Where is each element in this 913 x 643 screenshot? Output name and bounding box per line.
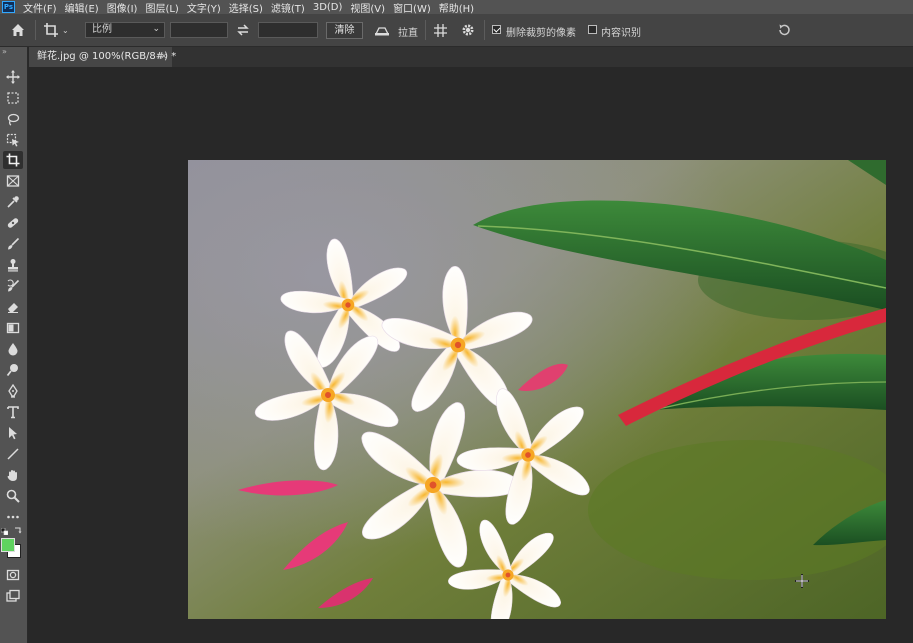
zoom-icon[interactable] (3, 487, 23, 505)
ratio-select[interactable]: 比例 ⌄ (85, 22, 165, 38)
menu-bar: Ps 文件(F) 编辑(E) 图像(I) 图层(L) 文字(Y) 选择(S) 滤… (0, 0, 913, 15)
crop-tool-preset-icon[interactable]: ⌄ (43, 14, 69, 46)
type-icon[interactable] (3, 403, 23, 421)
menu-filter[interactable]: 滤镜(T) (267, 0, 309, 15)
home-icon[interactable] (10, 14, 26, 46)
delete-cropped-checkbox[interactable] (492, 25, 501, 34)
separator (35, 20, 36, 40)
grid-overlay-icon[interactable] (433, 14, 448, 46)
brush-icon[interactable] (3, 235, 23, 253)
tab-document[interactable]: 鲜花.jpg @ 100%(RGB/8#) * × (29, 47, 176, 67)
chevron-down-icon: ⌄ (62, 25, 69, 35)
path-select-icon[interactable] (3, 424, 23, 442)
menu-window[interactable]: 窗口(W) (389, 0, 435, 15)
chevron-down-icon: ⌄ (152, 24, 160, 34)
menu-edit[interactable]: 编辑(E) (61, 0, 103, 15)
foreground-color-swatch[interactable] (1, 538, 15, 552)
object-select-icon[interactable] (3, 131, 23, 149)
move-icon[interactable] (3, 68, 23, 86)
tab-document-title: 鲜花.jpg @ 100%(RGB/8#) * (37, 51, 177, 62)
gear-icon[interactable] (461, 14, 475, 46)
line-icon[interactable] (3, 445, 23, 463)
menu-help[interactable]: 帮助(H) (435, 0, 478, 15)
crop-icon[interactable] (3, 151, 23, 169)
reset-icon[interactable] (777, 14, 791, 46)
delete-cropped-label[interactable]: 删除裁剪的像素 (506, 24, 576, 39)
marquee-icon[interactable] (3, 89, 23, 107)
document-tab-bar: 鲜花.jpg @ 100%(RGB/8#) * × (29, 47, 913, 67)
menu-image[interactable]: 图像(I) (103, 0, 142, 15)
options-bar: ⌄ 比例 ⌄ 清除 拉直 删除裁剪的像素 内容识别 (0, 14, 913, 47)
content-aware-checkbox[interactable] (588, 25, 597, 34)
screen-mode-icon[interactable] (3, 587, 23, 605)
pen-icon[interactable] (3, 382, 23, 400)
lasso-icon[interactable] (3, 110, 23, 128)
crosshair-cursor-icon (795, 574, 809, 588)
menu-type[interactable]: 文字(Y) (183, 0, 225, 15)
history-brush-icon[interactable] (3, 277, 23, 295)
gradient-icon[interactable] (3, 319, 23, 337)
hand-icon[interactable] (3, 466, 23, 484)
healing-icon[interactable] (3, 214, 23, 232)
photoshop-logo-icon[interactable]: Ps (2, 1, 15, 13)
eyedropper-icon[interactable] (3, 193, 23, 211)
canvas-image[interactable] (188, 160, 886, 619)
straighten-icon[interactable] (374, 14, 390, 46)
width-input[interactable] (170, 22, 228, 38)
toolbox: » (0, 47, 28, 643)
height-input[interactable] (258, 22, 318, 38)
flower-photo (188, 160, 886, 619)
dodge-icon[interactable] (3, 361, 23, 379)
menu-3d[interactable]: 3D(D) (309, 2, 347, 13)
menu-view[interactable]: 视图(V) (346, 0, 389, 15)
default-colors-icon[interactable] (0, 525, 9, 536)
separator (425, 20, 426, 40)
menu-file[interactable]: 文件(F) (19, 0, 61, 15)
blur-icon[interactable] (3, 340, 23, 358)
eraser-icon[interactable] (3, 298, 23, 316)
quick-mask-icon[interactable] (3, 566, 23, 584)
frame-icon[interactable] (3, 172, 23, 190)
clear-button[interactable]: 清除 (326, 22, 363, 39)
separator (484, 20, 485, 40)
swap-icon[interactable] (236, 14, 250, 46)
menu-select[interactable]: 选择(S) (225, 0, 267, 15)
menu-layer[interactable]: 图层(L) (141, 0, 182, 15)
ratio-select-value: 比例 (92, 24, 112, 35)
collapse-toolbox-icon[interactable]: » (2, 47, 7, 56)
close-icon[interactable]: × (160, 47, 168, 67)
stamp-icon[interactable] (3, 256, 23, 274)
swap-colors-icon[interactable] (14, 524, 22, 534)
content-aware-label[interactable]: 内容识别 (601, 24, 641, 39)
straighten-label[interactable]: 拉直 (398, 24, 418, 39)
